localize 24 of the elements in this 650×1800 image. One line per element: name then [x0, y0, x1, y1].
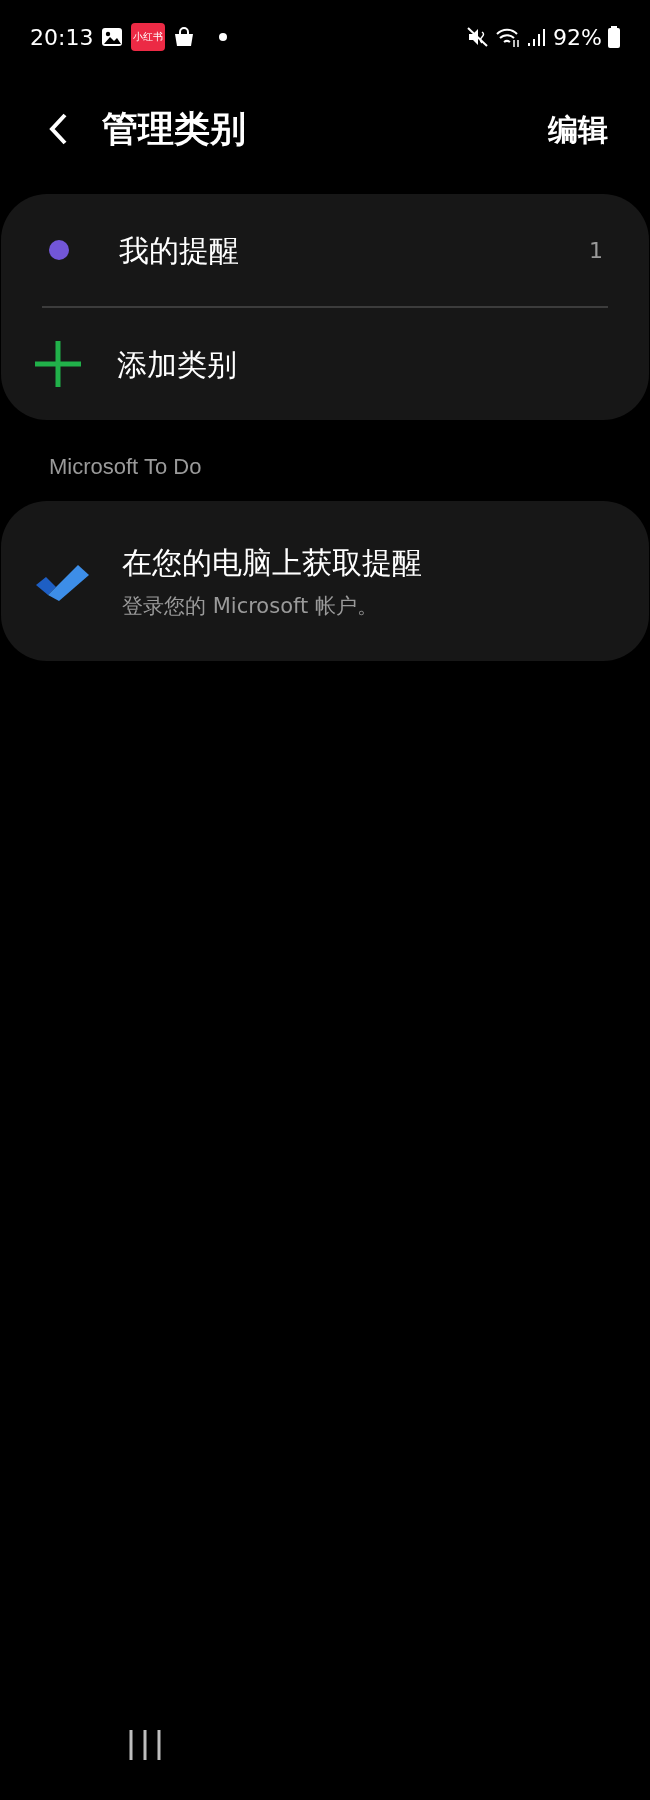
battery-icon: [608, 26, 620, 48]
battery-percent: 92%: [553, 23, 602, 52]
add-category-item[interactable]: 添加类别: [1, 308, 649, 420]
dot-icon: [219, 33, 228, 41]
sign-in-title: 在您的电脑上获取提醒: [122, 543, 422, 582]
sign-in-subtitle: 登录您的 Microsoft 帐户。: [122, 592, 379, 620]
wifi-icon: [495, 26, 522, 48]
back-icon: [48, 112, 68, 146]
plus-icon: [35, 341, 81, 387]
category-count: 1: [589, 236, 603, 265]
section-title: Microsoft To Do: [49, 453, 203, 481]
back-button[interactable]: [48, 112, 68, 146]
mute-icon: [467, 26, 490, 48]
status-time: 20:13: [30, 23, 94, 52]
shopping-bag-icon: [173, 26, 196, 48]
category-label: 我的提醒: [119, 231, 240, 270]
page-title: 管理类别: [102, 107, 247, 151]
sign-in-card[interactable]: 在您的电脑上获取提醒 登录您的 Microsoft 帐户。: [1, 501, 649, 661]
recent-apps-icon[interactable]: [128, 1730, 162, 1760]
edit-button[interactable]: 编辑: [548, 106, 608, 152]
image-icon: [101, 27, 124, 47]
signal-icon: [527, 27, 548, 47]
category-item[interactable]: 我的提醒 1: [1, 194, 649, 306]
app-badge: 小红书: [131, 23, 166, 51]
